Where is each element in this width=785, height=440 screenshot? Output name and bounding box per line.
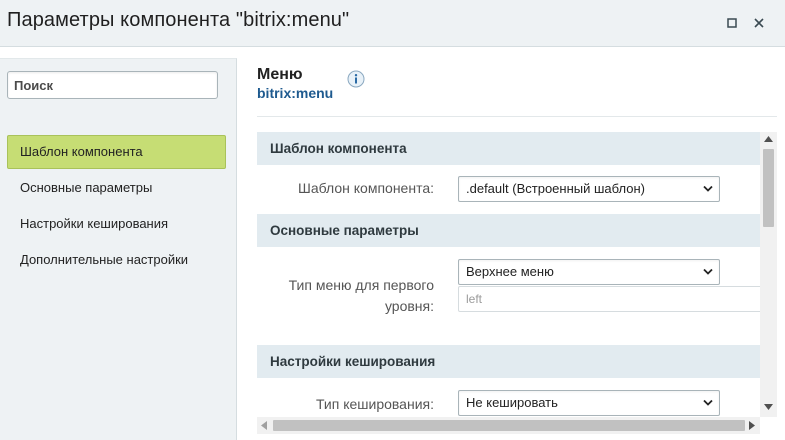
vertical-scroll-thumb[interactable]	[763, 149, 774, 227]
cache-type-select[interactable]: Не кешировать	[458, 390, 720, 416]
divider	[257, 116, 777, 117]
section-header-main-params: Основные параметры	[257, 214, 760, 247]
close-icon[interactable]	[752, 16, 766, 30]
horizontal-scrollbar[interactable]	[257, 417, 760, 434]
params-form: Шаблон компонента Шаблон компонента: .de…	[257, 132, 760, 417]
chevron-down-icon	[703, 185, 713, 192]
template-select-value: .default (Встроенный шаблон)	[466, 181, 645, 196]
sidebar-item-additional-settings[interactable]: Дополнительные настройки	[7, 243, 226, 277]
vertical-scrollbar[interactable]	[760, 132, 777, 417]
chevron-down-icon	[703, 399, 713, 406]
horizontal-scroll-thumb[interactable]	[273, 420, 745, 431]
component-code: bitrix:menu	[257, 85, 334, 101]
scroll-right-arrow-icon[interactable]	[749, 421, 755, 430]
menu-type-select[interactable]: Верхнее меню	[458, 259, 720, 285]
component-heading: Меню bitrix:menu	[257, 66, 333, 101]
sidebar-nav: Шаблон компонента Основные параметры Нас…	[7, 135, 226, 279]
template-select[interactable]: .default (Встроенный шаблон)	[458, 176, 720, 202]
window-titlebar: Параметры компонента "bitrix:menu"	[0, 0, 785, 47]
menu-type-select-value: Верхнее меню	[466, 264, 554, 279]
template-label: Шаблон компонента:	[298, 180, 434, 196]
search-input[interactable]	[7, 71, 218, 99]
component-title: Меню	[257, 66, 303, 83]
maximize-icon[interactable]	[725, 16, 739, 30]
cache-type-label: Тип кеширования:	[315, 396, 434, 412]
section-header-template: Шаблон компонента	[257, 132, 760, 165]
window-title: Параметры компонента "bitrix:menu"	[7, 9, 350, 31]
menu-type-label-line2: уровня:	[384, 298, 434, 314]
scroll-up-arrow-icon[interactable]	[764, 136, 773, 142]
sidebar-item-main-params[interactable]: Основные параметры	[7, 171, 226, 205]
sidebar-item-template[interactable]: Шаблон компонента	[7, 135, 226, 169]
info-icon[interactable]	[347, 70, 365, 88]
menu-type-custom-input[interactable]: left	[458, 286, 760, 312]
sidebar-item-cache-settings[interactable]: Настройки кеширования	[7, 207, 226, 241]
cache-type-select-value: Не кешировать	[466, 395, 558, 410]
scroll-left-arrow-icon[interactable]	[261, 421, 267, 430]
sidebar: Шаблон компонента Основные параметры Нас…	[0, 58, 237, 440]
chevron-down-icon	[703, 268, 713, 275]
scroll-down-arrow-icon[interactable]	[764, 404, 773, 410]
menu-type-label-line1: Тип меню для первого	[288, 277, 434, 293]
section-header-cache-settings: Настройки кеширования	[257, 345, 760, 378]
